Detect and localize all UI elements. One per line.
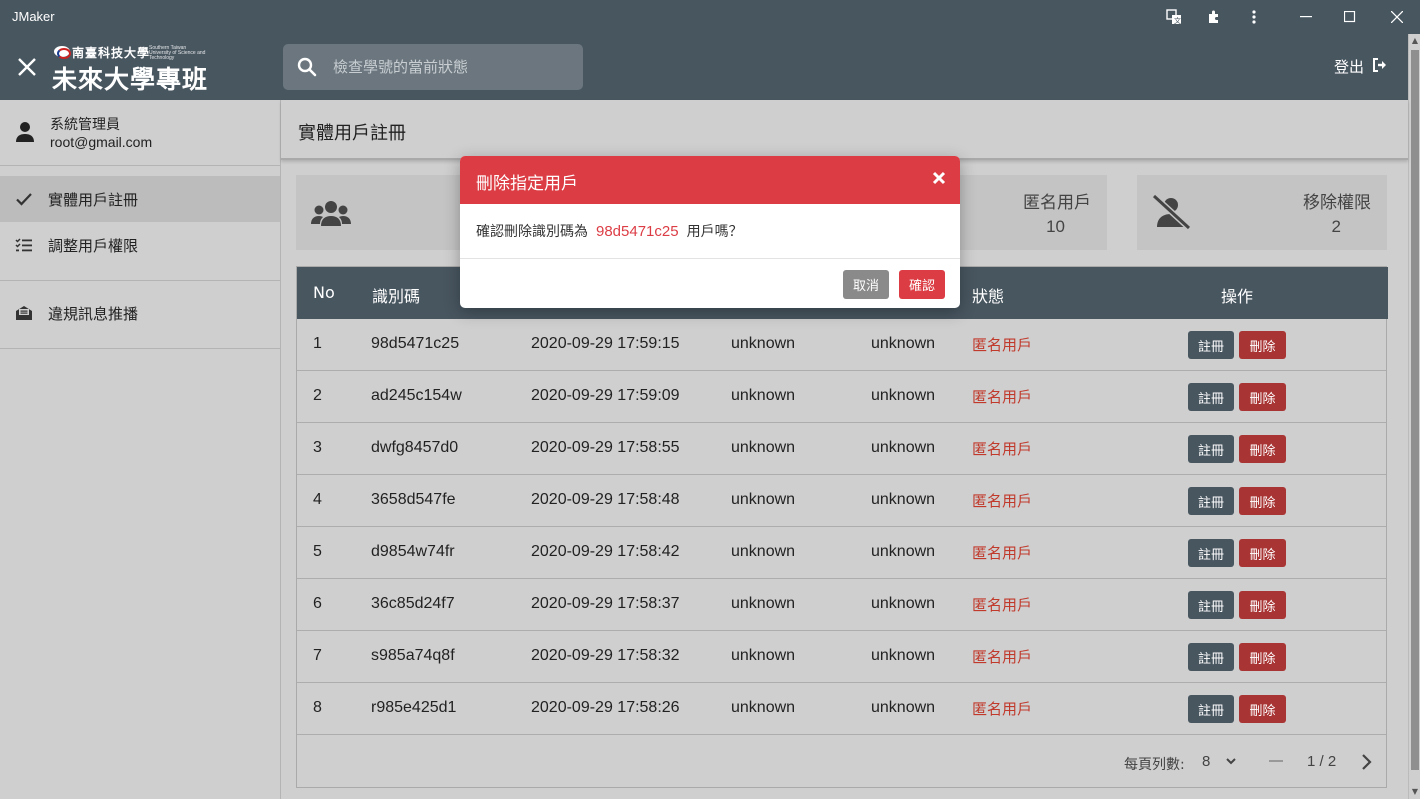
dialog-target-id: 98d5471c25 (596, 223, 679, 240)
close-icon[interactable] (930, 169, 948, 187)
dialog-footer: 取消 確認 (460, 258, 960, 308)
modal-overlay (0, 34, 1408, 799)
confirm-button[interactable]: 確認 (899, 270, 945, 299)
cancel-button[interactable]: 取消 (843, 270, 889, 299)
dialog-message-suffix: 用戶嗎？ (686, 224, 743, 240)
translate-icon[interactable]: 文 (1163, 6, 1185, 28)
delete-user-dialog: 刪除指定用戶 確認刪除識別碼為 98d5471c25 用戶嗎？ 取消 確認 (460, 156, 960, 308)
dialog-header: 刪除指定用戶 (460, 156, 960, 204)
window-title: JMaker (12, 9, 55, 24)
scroll-up-icon[interactable]: ▲ (1409, 34, 1420, 48)
svg-text:文: 文 (1174, 16, 1181, 25)
scrollbar-thumb[interactable] (1411, 50, 1419, 770)
minimize-icon[interactable] (1283, 0, 1329, 34)
window-close-icon[interactable] (1374, 0, 1420, 34)
dialog-message-prefix: 確認刪除識別碼為 (476, 224, 588, 240)
extensions-icon[interactable] (1203, 6, 1225, 28)
vertical-scrollbar[interactable]: ▲ ▼ (1408, 34, 1420, 799)
maximize-icon[interactable] (1327, 0, 1373, 34)
scroll-down-icon[interactable]: ▼ (1409, 785, 1420, 799)
more-vert-icon[interactable] (1243, 6, 1265, 28)
dialog-message: 確認刪除識別碼為 98d5471c25 用戶嗎？ (476, 221, 743, 241)
dialog-title: 刪除指定用戶 (476, 174, 578, 194)
window-titlebar: JMaker 文 (0, 0, 1420, 34)
